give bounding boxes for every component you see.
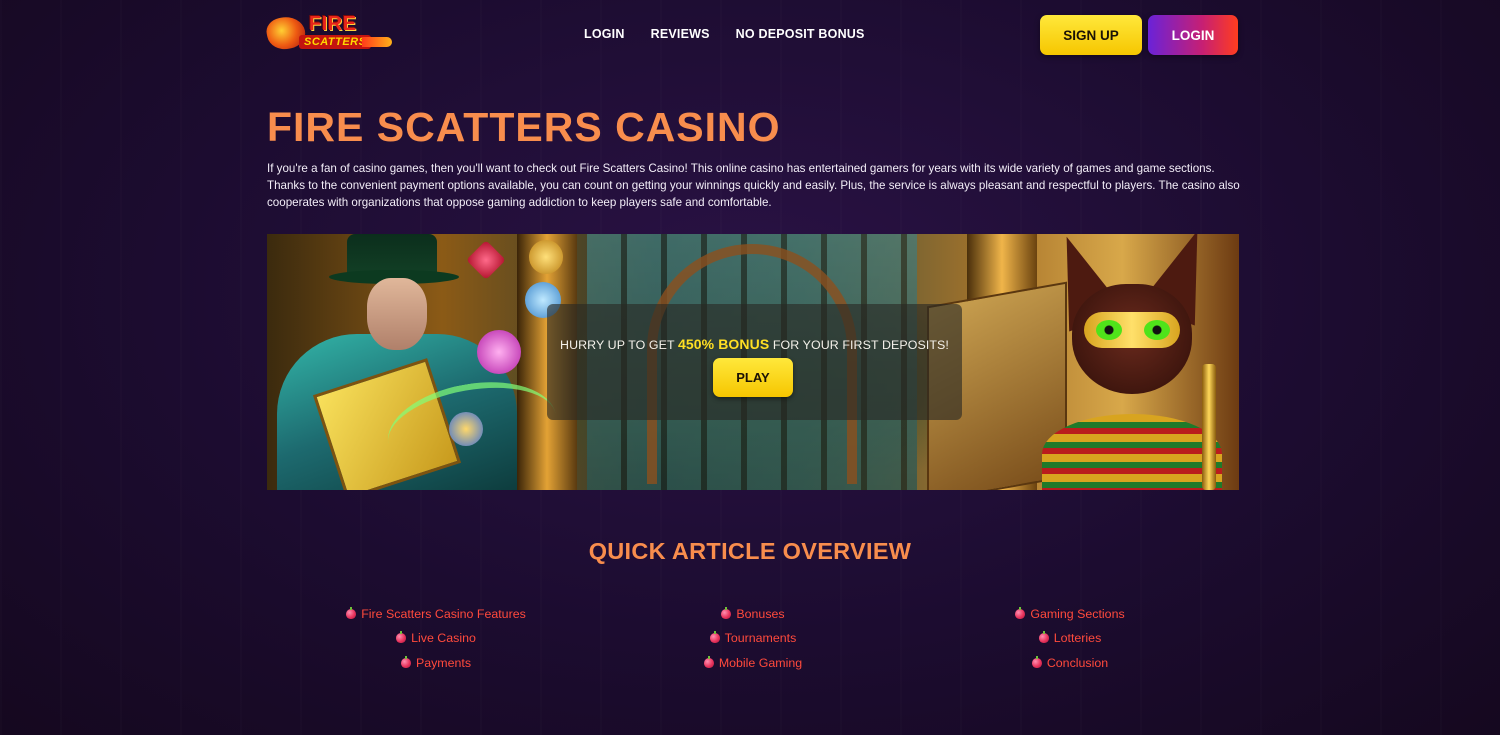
magician-face [367, 278, 427, 350]
overview-link[interactable]: Mobile Gaming [633, 651, 873, 675]
cherry-icon [346, 607, 357, 620]
egyptian-cat-illustration [1032, 234, 1239, 490]
overview-link[interactable]: Conclusion [950, 651, 1190, 675]
lion-coin-icon [529, 240, 563, 274]
nav-no-deposit-bonus[interactable]: NO DEPOSIT BONUS [736, 27, 865, 41]
cherry-icon [1031, 655, 1042, 668]
overview-link-label: Fire Scatters Casino Features [361, 607, 526, 622]
promo-prefix: HURRY UP TO GET [560, 338, 679, 352]
small-potion-icon [449, 412, 483, 446]
overview-link-label: Lotteries [1053, 631, 1102, 646]
overview-link[interactable]: Payments [316, 651, 556, 675]
overview-link-label: Gaming Sections [1030, 607, 1125, 622]
overview-link-label: Payments [415, 655, 472, 670]
promo-text: HURRY UP TO GET 450% BONUS FOR YOUR FIRS… [547, 336, 962, 352]
overview-link[interactable]: Live Casino [316, 626, 556, 650]
nav-login[interactable]: LOGIN [584, 27, 625, 41]
logo-line-scatters: SCATTERS [299, 35, 372, 49]
intro-paragraph: If you're a fan of casino games, then yo… [267, 162, 1240, 209]
sign-up-button[interactable]: SIGN UP [1040, 15, 1142, 55]
site-header: FIRE SCATTERS LOGIN REVIEWS NO DEPOSIT B… [264, 13, 1239, 57]
promo-banner: HURRY UP TO GET 450% BONUS FOR YOUR FIRS… [267, 234, 1239, 490]
overview-link-label: Live Casino [411, 631, 476, 646]
magician-hat-icon [347, 234, 437, 274]
magician-illustration [267, 234, 564, 490]
overview-link[interactable]: Gaming Sections [950, 602, 1190, 626]
cherry-icon [400, 655, 411, 668]
red-gem-icon [466, 240, 506, 280]
cherry-icon [1038, 631, 1049, 644]
cat-collar [1042, 414, 1222, 490]
fire-scatters-logo[interactable]: FIRE SCATTERS [264, 13, 392, 53]
play-button[interactable]: PLAY [713, 358, 793, 397]
cat-eye-left [1096, 320, 1122, 340]
cherry-icon [396, 631, 407, 644]
overview-title: QUICK ARTICLE OVERVIEW [588, 538, 912, 564]
pink-potion-icon [477, 330, 521, 374]
cherry-icon [1015, 607, 1026, 620]
nav-reviews[interactable]: REVIEWS [651, 27, 710, 41]
overview-column-3: Gaming Sections Lotteries Conclusion [950, 602, 1190, 675]
cherry-icon [703, 655, 714, 668]
overview-link-label: Bonuses [736, 607, 785, 622]
main-nav: LOGIN REVIEWS NO DEPOSIT BONUS [584, 27, 865, 41]
overview-link[interactable]: Bonuses [633, 602, 873, 626]
promo-suffix: FOR YOUR FIRST DEPOSITS! [769, 338, 949, 352]
overview-link[interactable]: Lotteries [950, 626, 1190, 650]
logo-line-fire: FIRE [309, 13, 357, 35]
overview-link[interactable]: Fire Scatters Casino Features [316, 602, 556, 626]
logo-flame-icon [362, 37, 392, 47]
overview-link-label: Mobile Gaming [718, 655, 803, 670]
cherry-icon [709, 631, 720, 644]
overview-link-label: Conclusion [1046, 655, 1109, 670]
overview-link[interactable]: Tournaments [633, 626, 873, 650]
promo-box: HURRY UP TO GET 450% BONUS FOR YOUR FIRS… [547, 304, 962, 420]
overview-column-2: Bonuses Tournaments Mobile Gaming [633, 602, 873, 675]
login-button[interactable]: LOGIN [1148, 15, 1238, 55]
cherry-icon [721, 607, 732, 620]
overview-link-label: Tournaments [724, 631, 797, 646]
cat-eye-right [1144, 320, 1170, 340]
promo-bonus-highlight: 450% BONUS [678, 336, 770, 352]
overview-column-1: Fire Scatters Casino Features Live Casin… [316, 602, 556, 675]
page-title: FIRE SCATTERS CASINO [267, 104, 781, 150]
golden-scepter-icon [1202, 364, 1216, 490]
